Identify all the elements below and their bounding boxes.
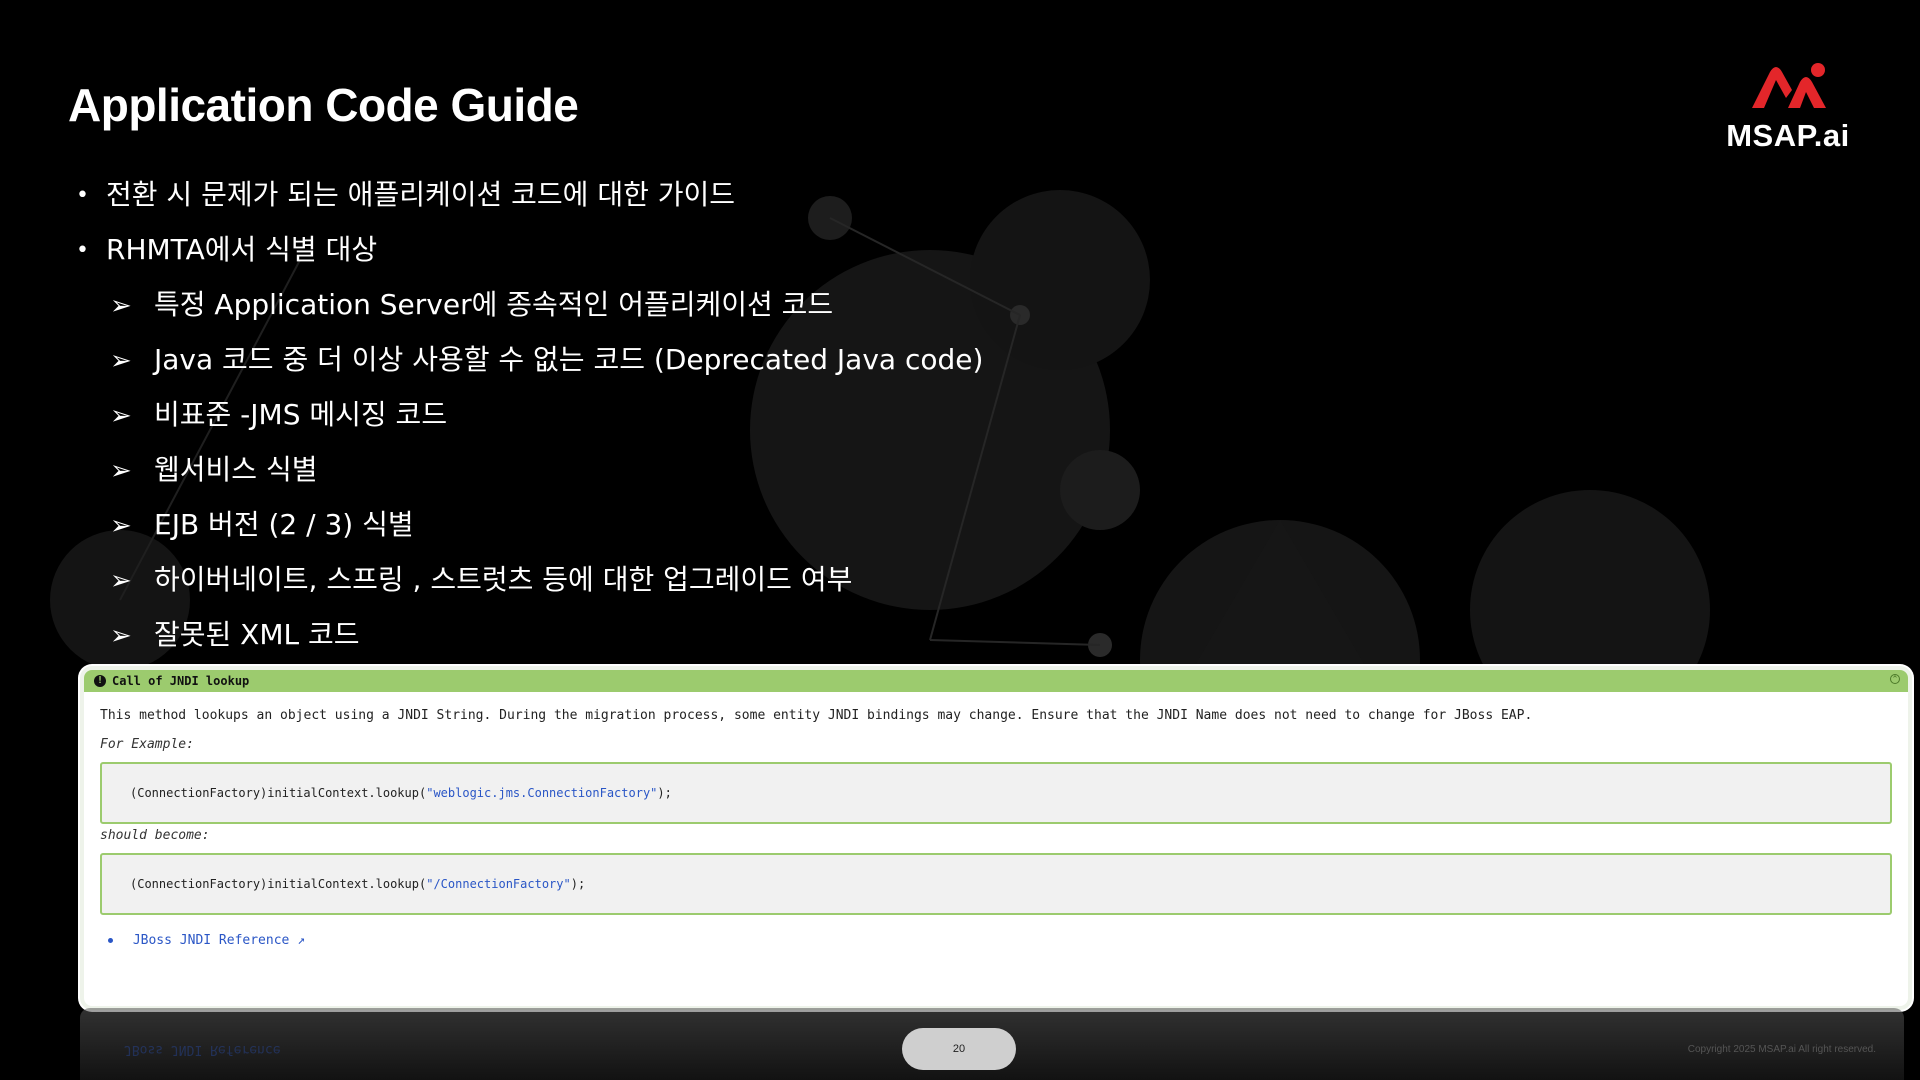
- code-before-suffix: );: [657, 786, 672, 800]
- code-before-box: (ConnectionFactory)initialContext.lookup…: [100, 762, 1892, 824]
- code-after-suffix: );: [570, 877, 586, 891]
- jboss-jndi-reference-link[interactable]: JBoss JNDI Reference ↗: [133, 933, 305, 948]
- collapse-icon[interactable]: ^: [1890, 674, 1900, 684]
- bullet-dot-icon: •: [76, 238, 89, 263]
- bullet-list: • 전환 시 문제가 되는 애플리케이션 코드에 대한 가이드 • RHMTA에서 …: [76, 168, 983, 663]
- page-title: Application Code Guide: [68, 79, 579, 131]
- msap-logo-icon: [1752, 63, 1826, 108]
- logo-text: MSAP.ai: [1726, 118, 1850, 153]
- external-link-icon: ↗: [297, 933, 306, 948]
- arrow-bullet-icon: ➢: [110, 346, 132, 376]
- msap-logo: MSAP.ai: [1698, 60, 1878, 160]
- bullet-text: RHMTA에서 식별 대상: [106, 233, 378, 266]
- copyright-text: Copyright 2025 MSAP.ai All right reserve…: [1687, 1044, 1876, 1055]
- sub-bullet-text: 웹서비스 식별: [154, 453, 318, 486]
- sub-bullet-item: ➢ Java 코드 중 더 이상 사용할 수 없는 코드 (Deprecated …: [76, 333, 983, 388]
- bullet-item: • RHMTA에서 식별 대상: [76, 223, 983, 278]
- info-icon: !: [94, 675, 106, 687]
- sub-bullet-text: 특정 Application Server에 종속적인 어플리케이션 코드: [154, 288, 834, 321]
- reference-bullet-icon: [108, 938, 113, 943]
- sub-bullet-item: ➢ 잘못된 XML 코드: [76, 608, 983, 663]
- sub-bullet-item: ➢ 하이버네이트, 스프링 , 스트럿츠 등에 대한 업그레이드 여부: [76, 553, 983, 608]
- panel-header-title: Call of JNDI lookup: [112, 674, 250, 688]
- panel-header[interactable]: ! Call of JNDI lookup ^: [84, 670, 1908, 692]
- sub-bullet-text: 비표준 -JMS 메시징 코드: [154, 398, 448, 431]
- sub-bullet-text: 잘못된 XML 코드: [154, 618, 360, 651]
- sub-bullet-item: ➢ EJB 버전 (2 / 3) 식별: [76, 498, 983, 553]
- reference-item: JBoss JNDI Reference ↗: [100, 933, 1892, 948]
- arrow-bullet-icon: ➢: [110, 511, 132, 541]
- sub-bullet-item: ➢ 특정 Application Server에 종속적인 어플리케이션 코드: [76, 278, 983, 333]
- code-after-string: "/ConnectionFactory": [426, 877, 571, 891]
- arrow-bullet-icon: ➢: [110, 456, 132, 486]
- panel-description: This method lookups an object using a JN…: [100, 708, 1533, 723]
- bullet-text: 전환 시 문제가 되는 애플리케이션 코드에 대한 가이드: [106, 178, 736, 211]
- sub-bullet-text: Java 코드 중 더 이상 사용할 수 없는 코드 (Deprecated J…: [154, 343, 984, 376]
- code-before-string: "weblogic.jms.ConnectionFactory": [426, 786, 658, 800]
- example-label: For Example:: [100, 737, 194, 752]
- reflection-ghost-text: JBoss JNDI Reference: [124, 1042, 281, 1057]
- code-after-box: (ConnectionFactory)initialContext.lookup…: [100, 853, 1892, 915]
- sub-bullet-item: ➢ 비표준 -JMS 메시징 코드: [76, 388, 983, 443]
- sub-bullet-item: ➢ 웹서비스 식별: [76, 443, 983, 498]
- arrow-bullet-icon: ➢: [110, 621, 132, 651]
- arrow-bullet-icon: ➢: [110, 291, 132, 321]
- page-number: 20: [902, 1028, 1016, 1070]
- arrow-bullet-icon: ➢: [110, 401, 132, 431]
- code-after-prefix: (ConnectionFactory)initialContext.lookup…: [130, 877, 427, 891]
- bullet-dot-icon: •: [76, 183, 89, 208]
- sub-bullet-text: EJB 버전 (2 / 3) 식별: [154, 508, 414, 541]
- arrow-bullet-icon: ➢: [110, 566, 132, 596]
- code-before-prefix: (ConnectionFactory)initialContext.lookup…: [130, 786, 427, 800]
- jndi-lookup-panel: ! Call of JNDI lookup ^ This method look…: [80, 666, 1912, 1010]
- sub-bullet-text: 하이버네이트, 스프링 , 스트럿츠 등에 대한 업그레이드 여부: [154, 563, 853, 596]
- panel-body: This method lookups an object using a JN…: [84, 692, 1908, 948]
- bullet-item: • 전환 시 문제가 되는 애플리케이션 코드에 대한 가이드: [76, 168, 983, 223]
- become-label: should become:: [100, 828, 210, 843]
